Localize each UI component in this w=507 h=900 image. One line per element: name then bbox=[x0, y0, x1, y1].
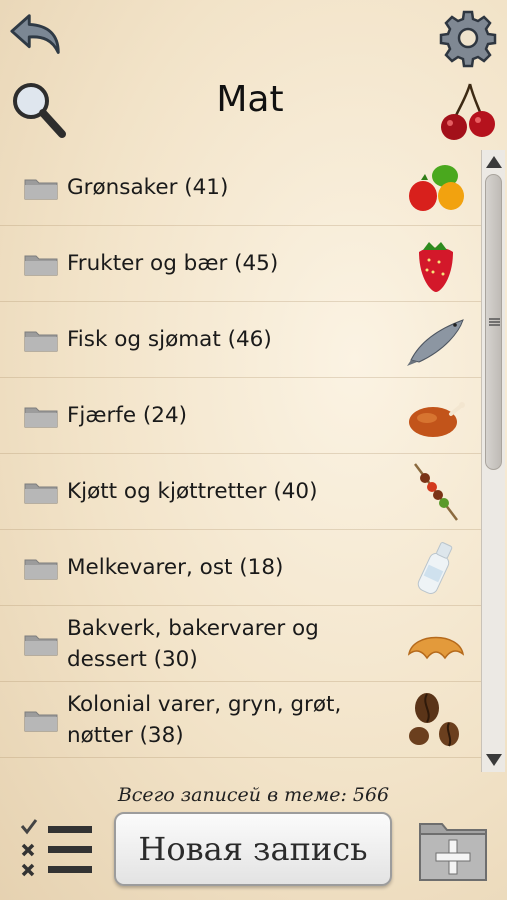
folder-icon bbox=[24, 483, 58, 504]
scrollbar[interactable] bbox=[481, 150, 505, 772]
croissant-icon bbox=[407, 636, 465, 660]
fish-icon bbox=[407, 319, 464, 366]
vegetables-icon bbox=[409, 165, 464, 211]
milk-bottle-icon bbox=[417, 542, 453, 594]
folder-icon bbox=[24, 179, 58, 200]
list-item-label: Fjærfe (24) bbox=[67, 403, 188, 428]
total-records-label: Всего записей в теме: 566 bbox=[117, 784, 390, 806]
folder-icon bbox=[24, 407, 58, 428]
folder-icon bbox=[24, 255, 58, 276]
kebab-icon bbox=[414, 463, 458, 521]
folder-icon bbox=[24, 331, 58, 352]
page-title: Mat bbox=[216, 79, 284, 120]
scroll-down-arrow-icon[interactable] bbox=[485, 752, 503, 768]
category-list: Grønsaker (41) Frukter og bær (45) Fisk … bbox=[0, 150, 481, 772]
list-item-label: Bakverk, bakervarer og dessert (30) bbox=[67, 615, 319, 672]
list-item-label: Melkevarer, ost (18) bbox=[67, 555, 284, 580]
list-item[interactable]: Fjærfe (24) bbox=[0, 378, 481, 454]
list-item[interactable]: Kjøtt og kjøttretter (40) bbox=[0, 454, 481, 530]
folder-icon bbox=[24, 635, 58, 656]
list-item[interactable]: Fisk og sjømat (46) bbox=[0, 302, 481, 378]
list-item-label: Kolonial varer, gryn, grøt, nøtter (38) bbox=[67, 691, 342, 748]
scrollbar-thumb[interactable] bbox=[485, 174, 502, 470]
cherry-icon bbox=[441, 83, 495, 140]
new-entry-button[interactable]: Новая запись bbox=[114, 812, 392, 886]
list-item-label: Fisk og sjømat (46) bbox=[67, 327, 272, 352]
list-item[interactable]: Grønsaker (41) bbox=[0, 150, 481, 226]
folder-icon bbox=[24, 559, 58, 580]
list-item-label: Kjøtt og kjøttretter (40) bbox=[67, 479, 318, 504]
grip-icon bbox=[489, 318, 500, 326]
list-item-label: Grønsaker (41) bbox=[67, 175, 229, 200]
checklist-icon[interactable] bbox=[20, 818, 94, 882]
gear-icon[interactable] bbox=[438, 8, 498, 68]
add-folder-icon[interactable] bbox=[418, 818, 488, 882]
back-arrow-icon[interactable] bbox=[8, 8, 66, 66]
coffee-beans-icon bbox=[409, 693, 459, 747]
list-item[interactable]: Frukter og bær (45) bbox=[0, 226, 481, 302]
list-item-label: Frukter og bær (45) bbox=[67, 251, 279, 276]
search-icon[interactable] bbox=[10, 80, 66, 140]
top-bar: Mat bbox=[0, 0, 507, 150]
roast-chicken-icon bbox=[409, 402, 465, 437]
strawberry-icon bbox=[419, 242, 453, 292]
scroll-up-arrow-icon[interactable] bbox=[485, 154, 503, 170]
list-item[interactable]: Kolonial varer, gryn, grøt, nøtter (38) bbox=[0, 682, 481, 758]
folder-icon bbox=[24, 711, 58, 732]
list-item[interactable]: Melkevarer, ost (18) bbox=[0, 530, 481, 606]
list-item[interactable]: Bakverk, bakervarer og dessert (30) bbox=[0, 606, 481, 682]
